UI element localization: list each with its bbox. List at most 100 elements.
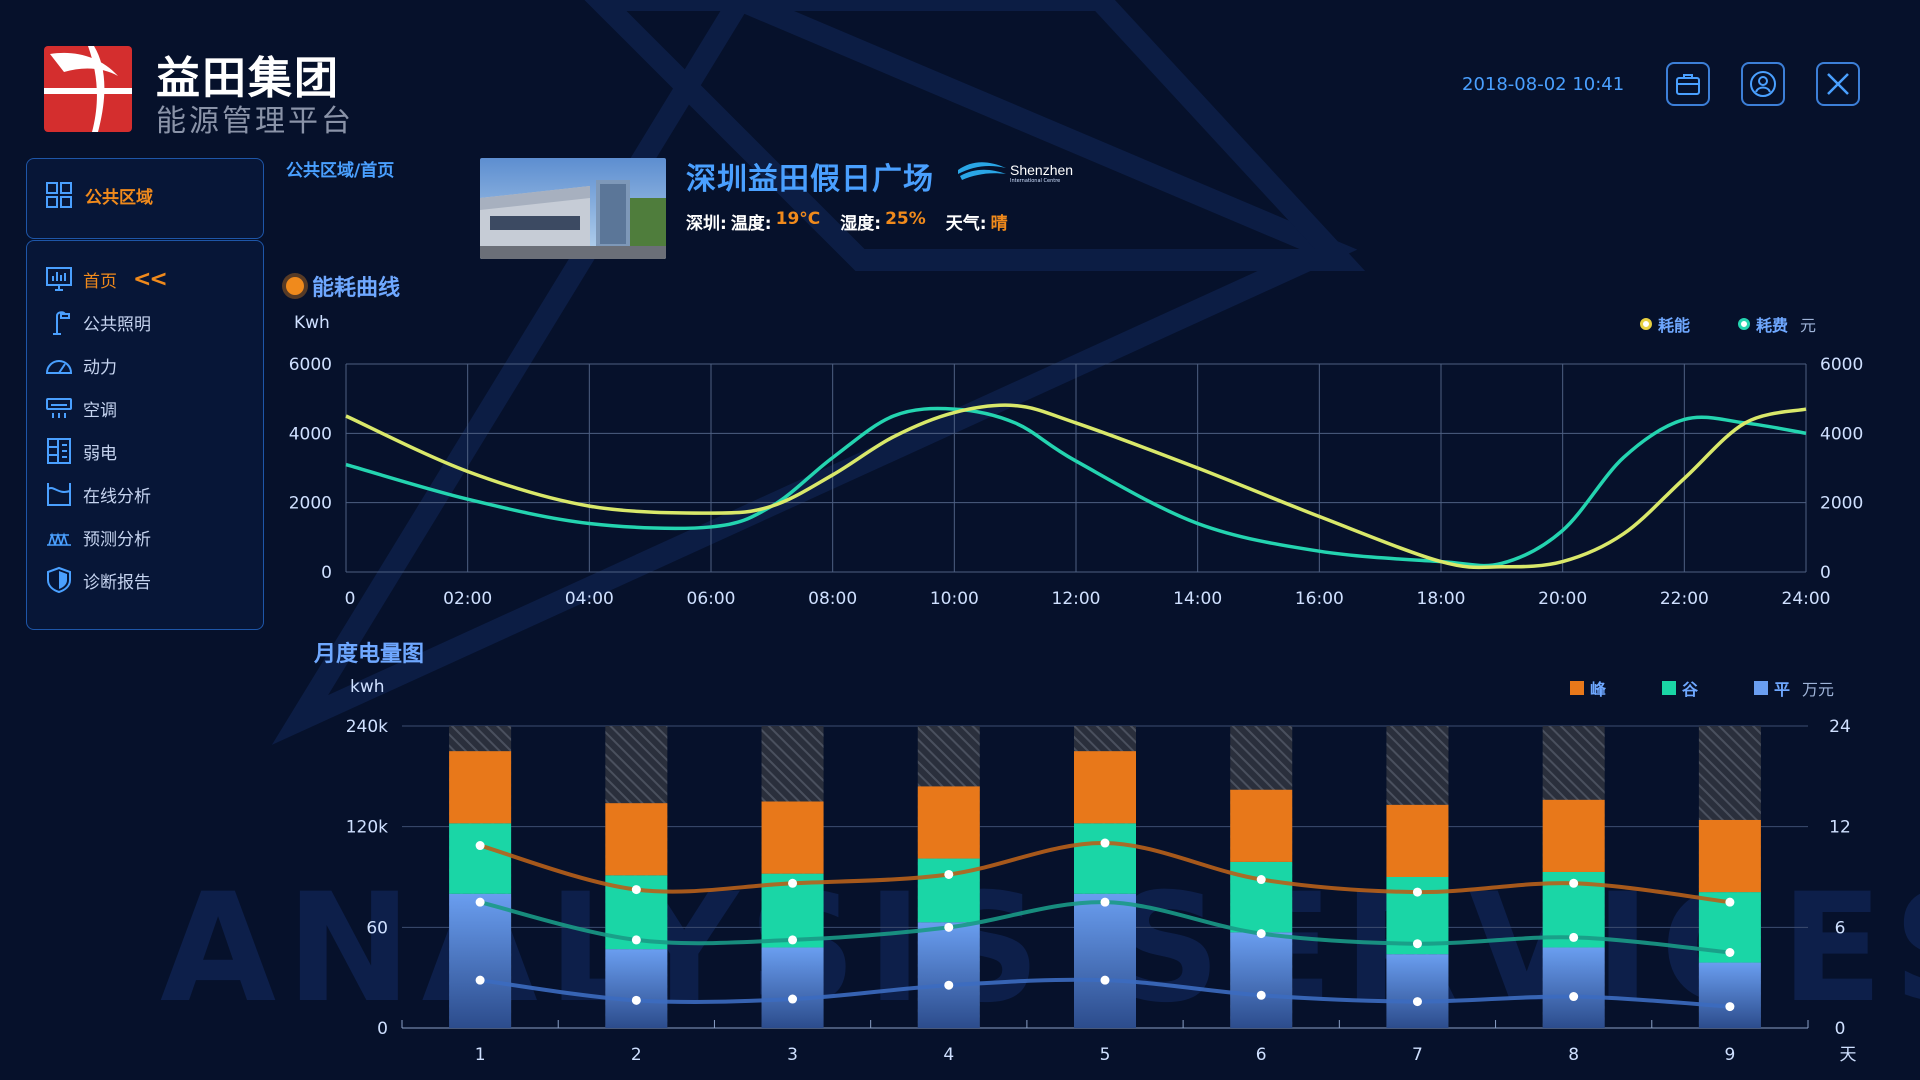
humidity-value: 25% xyxy=(885,209,926,229)
x-tick-label: 3 xyxy=(787,1045,798,1065)
y2-tick-label: 2000 xyxy=(1820,494,1863,514)
line-point xyxy=(944,980,954,990)
line-point xyxy=(788,994,798,1004)
area-selector: 公共区域 xyxy=(26,158,264,239)
partner-logo-subtext: International Centre xyxy=(1010,178,1061,184)
partner-logo: Shenzhen International Centre xyxy=(958,160,1073,186)
x-tick-label: 20:00 xyxy=(1538,589,1587,609)
line-point xyxy=(1569,932,1579,942)
y-tick-label: 240k xyxy=(346,717,388,737)
energy-curve-title: 能耗曲线 xyxy=(312,276,401,301)
bar-segment-flat xyxy=(1074,893,1136,1028)
energy-curve-chart: Kwh6000 60004000 40002000 20000 00 02:00 04:00… xyxy=(289,313,1864,609)
bar-segment-peak xyxy=(761,801,824,874)
area-label: 公共区域 xyxy=(85,187,153,208)
line-point xyxy=(1256,990,1266,1000)
close-icon xyxy=(1827,73,1849,95)
line-point xyxy=(1725,897,1735,907)
y-tick-label: 6000 xyxy=(289,355,332,375)
bar-segment-flat xyxy=(1542,947,1605,1028)
x-tick-label: 10:00 xyxy=(930,589,979,609)
x-tick-label: 4 xyxy=(943,1045,954,1065)
line-point xyxy=(944,922,954,932)
x-tick-label: 8 xyxy=(1568,1045,1579,1065)
brand-subtitle: 能源管理平台 xyxy=(156,104,354,139)
bar-segment-valley xyxy=(1230,861,1293,933)
line-point xyxy=(631,885,641,895)
y-tick-label: 4000 xyxy=(289,424,332,444)
x-tick-label: 2 xyxy=(631,1045,642,1065)
line-point xyxy=(944,869,954,879)
x-tick-label: 12:00 xyxy=(1052,589,1101,609)
temperature-value: 19°C xyxy=(775,209,821,229)
partner-logo-text: Shenzhen xyxy=(1010,162,1074,178)
y2-tick-label: 4000 xyxy=(1820,424,1863,444)
briefcase-button[interactable] xyxy=(1666,62,1710,106)
sidebar-item-home[interactable]: 首页 << xyxy=(45,265,168,293)
y2-tick-label: 0 xyxy=(1835,1019,1846,1039)
sidebar-item-label: 首页 xyxy=(83,271,117,292)
line-point xyxy=(788,935,798,945)
line-point xyxy=(475,841,485,851)
bar-segment-peak xyxy=(605,803,668,876)
y-axis-unit-label: kwh xyxy=(350,677,385,697)
y-tick-label: 2000 xyxy=(289,494,332,514)
briefcase-icon xyxy=(1676,74,1700,95)
bar-segment-valley xyxy=(1074,823,1136,894)
line-point xyxy=(1100,975,1110,985)
active-marker: << xyxy=(133,266,168,292)
bar-segment-flat xyxy=(761,947,824,1028)
x-tick-label: 04:00 xyxy=(565,589,614,609)
y-tick-label: 120k xyxy=(346,818,388,838)
line-point xyxy=(1256,929,1266,939)
y2-tick-label: 12 xyxy=(1829,818,1851,838)
line-point xyxy=(1412,939,1422,949)
temperature-label: 温度: xyxy=(730,214,772,234)
grid-icon xyxy=(46,182,72,208)
energy-curve-title-wrap: 能耗曲线 xyxy=(286,270,400,302)
x-tick-label: 7 xyxy=(1412,1045,1423,1065)
bar-segment-peak xyxy=(1074,751,1136,824)
x-tick-label: 22:00 xyxy=(1660,589,1709,609)
x-tick-label: 18:00 xyxy=(1417,589,1466,609)
user-button[interactable] xyxy=(1741,62,1785,106)
monitor-chart-icon xyxy=(45,265,73,293)
bar-segment-flat xyxy=(1386,954,1449,1028)
x-tick-label: 06:00 xyxy=(687,589,736,609)
line-point xyxy=(1412,887,1422,897)
company-logo xyxy=(44,46,132,132)
x-tick-label: 24:00 xyxy=(1782,589,1831,609)
line-point xyxy=(631,995,641,1005)
x-axis-label: 天 xyxy=(1840,1045,1857,1065)
line-point xyxy=(1725,948,1735,957)
bar-segment-valley xyxy=(449,823,512,894)
area-selector-button[interactable]: 公共区域 xyxy=(45,181,153,209)
bar-segment-peak xyxy=(449,751,512,824)
humidity-label: 湿度: xyxy=(840,214,882,234)
bar-segment-flat xyxy=(917,922,980,1028)
x-tick-label: 08:00 xyxy=(808,589,857,609)
y2-tick-label: 0 xyxy=(1820,563,1831,583)
bar-segment-peak xyxy=(917,786,980,859)
wave-icon xyxy=(958,162,1006,180)
x-tick-label: 6 xyxy=(1256,1045,1267,1065)
y-tick-label: 0 xyxy=(377,1019,388,1039)
line-point xyxy=(1412,997,1422,1007)
city-label: 深圳: xyxy=(686,214,727,234)
user-icon xyxy=(1750,71,1776,97)
line-point xyxy=(475,897,485,907)
x-tick-label: 5 xyxy=(1100,1045,1111,1065)
y2-tick-label: 6 xyxy=(1835,918,1846,938)
weather-label: 天气: xyxy=(945,214,987,234)
x-tick-label: 9 xyxy=(1724,1045,1735,1065)
close-button[interactable] xyxy=(1816,62,1860,106)
line-point xyxy=(1569,992,1579,1002)
y-tick-label: 0 xyxy=(321,563,332,583)
x-tick-label: 14:00 xyxy=(1173,589,1222,609)
location-name: 深圳益田假日广场 xyxy=(686,162,934,197)
bar-segment-peak xyxy=(1386,804,1449,877)
line-point xyxy=(475,975,485,985)
building-photo xyxy=(480,158,666,259)
line-point xyxy=(1100,897,1110,907)
x-tick-label: 0 xyxy=(345,589,356,609)
